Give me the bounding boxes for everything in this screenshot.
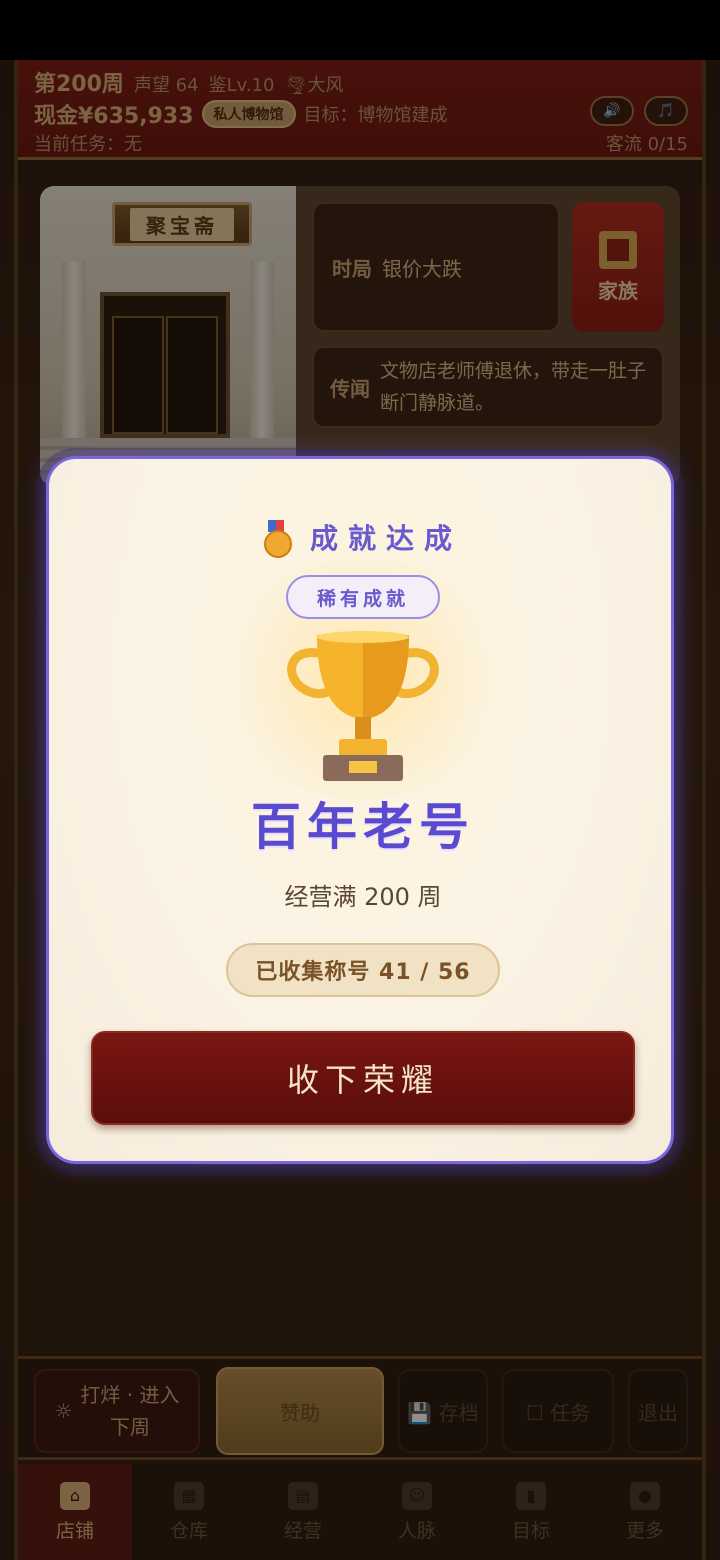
achievement-description: 经营满 200 周 <box>284 883 442 911</box>
accept-honor-button[interactable]: 收下荣耀 <box>91 1031 635 1125</box>
dialog-title-row: 成就达成 <box>49 517 677 558</box>
rarity-badge: 稀有成就 <box>286 575 440 619</box>
status-bar <box>0 0 720 60</box>
dialog-title: 成就达成 <box>309 522 462 555</box>
trophy-icon <box>287 631 439 781</box>
achievement-dialog: 成就达成 稀有成就 百年老号 经营满 200 周 已收集称号 41 / 56 收… <box>46 456 674 1164</box>
medal-icon <box>263 520 292 558</box>
title-collection-count: 已收集称号 41 / 56 <box>226 943 500 997</box>
achievement-name: 百年老号 <box>251 798 475 856</box>
